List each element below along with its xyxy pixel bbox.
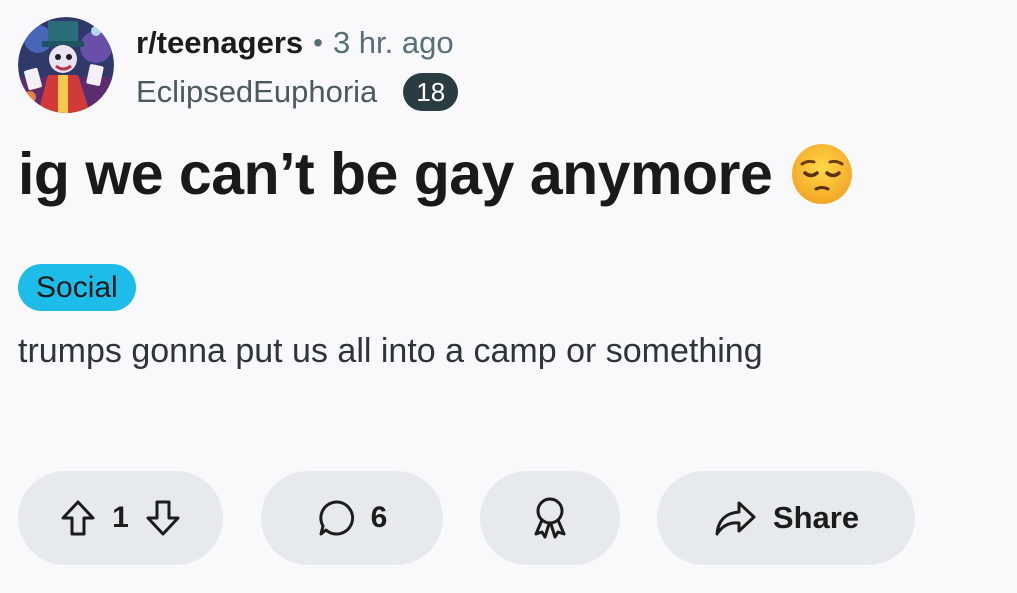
upvote-arrow-icon xyxy=(61,500,95,536)
award-button[interactable] xyxy=(480,471,620,565)
post-meta-bottom: EclipsedEuphoria 18 xyxy=(136,70,459,114)
vote-controls: 1 xyxy=(18,471,223,565)
post-flair[interactable]: Social xyxy=(18,264,136,311)
downvote-arrow-icon xyxy=(146,500,180,536)
avatar-image xyxy=(18,17,114,113)
author-name[interactable]: EclipsedEuphoria xyxy=(136,74,377,110)
post-title-text: ig we can’t be gay anymore xyxy=(18,141,773,207)
share-button[interactable]: Share xyxy=(657,471,915,565)
post-title[interactable]: ig we can’t be gay anymore xyxy=(18,134,854,214)
share-label: Share xyxy=(772,500,860,535)
post-meta-top: r/teenagers • 3 hr. ago xyxy=(136,22,454,64)
user-flair-badge: 18 xyxy=(403,73,459,111)
subreddit-avatar[interactable] xyxy=(18,17,114,113)
award-ribbon-icon xyxy=(534,497,566,539)
upvote-button[interactable] xyxy=(60,499,96,537)
comment-bubble-icon xyxy=(319,500,354,536)
share-arrow-icon xyxy=(715,501,756,536)
vote-count: 1 xyxy=(112,501,129,534)
subreddit-name[interactable]: r/teenagers xyxy=(136,25,303,61)
post-time: 3 hr. ago xyxy=(332,25,454,60)
pensive-face-emoji xyxy=(790,142,854,206)
reddit-post: r/teenagers • 3 hr. ago EclipsedEuphoria… xyxy=(0,0,1017,593)
comments-button[interactable]: 6 xyxy=(261,471,443,565)
meta-separator: • xyxy=(313,27,323,58)
post-body: trumps gonna put us all into a camp or s… xyxy=(18,332,763,370)
downvote-button[interactable] xyxy=(145,499,181,537)
comment-count: 6 xyxy=(370,501,388,534)
